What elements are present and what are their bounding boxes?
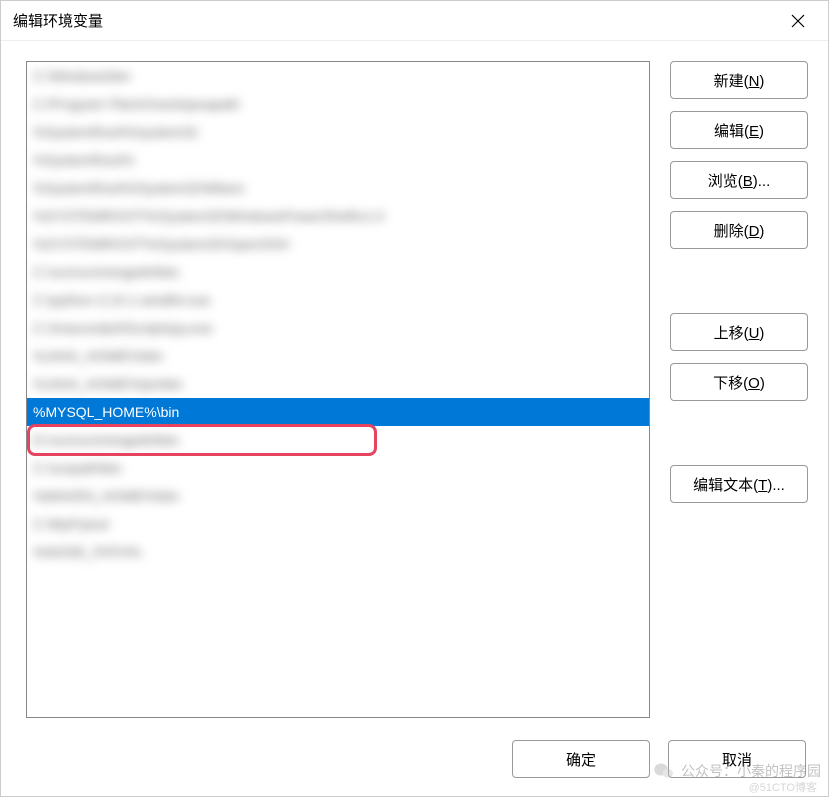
list-item-text: C:\Windows\bin [33,68,130,84]
path-listbox[interactable]: C:\Windows\bin C:\Program Files\Oracle\ja… [26,61,650,718]
new-button[interactable]: 新建(N) [670,61,808,99]
list-item[interactable]: C:\Program Files\Oracle\javapath [27,90,649,118]
list-item-text: %JAVA_HOME%\jre\bin [33,376,183,392]
titlebar: 编辑环境变量 [1,1,828,41]
button-column: 新建(N) 编辑(E) 浏览(B)... 删除(D) 上移(U) 下移(O) 编… [670,61,808,718]
list-item-text: C:\MyPytool [33,516,108,532]
dialog-content: C:\Windows\bin C:\Program Files\Oracle\ja… [1,41,828,728]
list-item-text: C:\Anaconda3\Scripts\py.exe [33,320,213,336]
list-item[interactable]: C:\Windows\bin [27,62,649,90]
list-item-text: C:\xxxpath\bin [33,460,122,476]
list-item[interactable]: %MAVEN_HOME%\bin [27,482,649,510]
list-item-text: %SystemRoot%\System32\Wbem [33,180,245,196]
list-item[interactable]: C:\Anaconda3\Scripts\py.exe [27,314,649,342]
list-item-text: %MAVEN_HOME%\bin [33,488,179,504]
dialog-footer: 确定 取消 [1,728,828,796]
list-item[interactable]: %SystemRoot% [27,146,649,174]
list-item[interactable]: C:\python-3.10.1-amd64.exe [27,286,649,314]
move-down-button-label: 下移(O) [713,372,765,393]
list-item[interactable]: C:\MyPytool [27,510,649,538]
move-up-button[interactable]: 上移(U) [670,313,808,351]
list-item[interactable]: %NODE_PATH% [27,538,649,566]
list-item[interactable]: %JAVA_HOME%\bin [27,342,649,370]
cancel-button[interactable]: 取消 [668,740,806,778]
list-item-text: %SystemRoot% [33,152,134,168]
browse-button[interactable]: 浏览(B)... [670,161,808,199]
list-item-text: %MYSQL_HOME%\bin [33,404,179,420]
list-item[interactable]: %MYSQL_HOME%\bin [27,398,649,426]
list-item-text: %JAVA_HOME%\bin [33,348,163,364]
list-item[interactable]: %JAVA_HOME%\jre\bin [27,370,649,398]
list-item-text: %SystemRoot%\system32 [33,124,198,140]
list-item[interactable]: C:\xxxpath\bin [27,454,649,482]
list-item-text: C:\python-3.10.1-amd64.exe [33,292,210,308]
list-item-text: D:\xxx\xxx\mingw64\bin [33,432,179,448]
edit-text-button[interactable]: 编辑文本(T)... [670,465,808,503]
edit-text-button-label: 编辑文本(T)... [693,474,785,495]
browse-button-label: 浏览(B)... [708,170,771,191]
delete-button[interactable]: 删除(D) [670,211,808,249]
list-item[interactable]: C:\xxx\xxx\mingw64\bin [27,258,649,286]
ok-button[interactable]: 确定 [512,740,650,778]
list-item[interactable]: %SystemRoot%\system32 [27,118,649,146]
move-down-button[interactable]: 下移(O) [670,363,808,401]
new-button-label: 新建(N) [714,70,765,91]
list-item-text: %SYSTEMROOT%\System32\OpenSSH [33,236,289,252]
edit-button[interactable]: 编辑(E) [670,111,808,149]
close-icon [791,14,805,28]
close-button[interactable] [780,6,816,36]
edit-env-dialog: 编辑环境变量 C:\Windows\bin C:\Program Files\Or… [0,0,829,797]
spacer [670,261,808,301]
dialog-title: 编辑环境变量 [13,10,103,31]
list-item-text: %SYSTEMROOT%\System32\WindowsPowerShell\… [33,208,384,224]
list-item-text: %NODE_PATH% [33,544,141,560]
list-item[interactable]: %SYSTEMROOT%\System32\WindowsPowerShell\… [27,202,649,230]
spacer [670,413,808,453]
list-item-text: C:\Program Files\Oracle\javapath [33,96,240,112]
list-item[interactable]: %SYSTEMROOT%\System32\OpenSSH [27,230,649,258]
edit-button-label: 编辑(E) [714,120,764,141]
delete-button-label: 删除(D) [714,220,765,241]
list-item[interactable]: D:\xxx\xxx\mingw64\bin [27,426,649,454]
move-up-button-label: 上移(U) [714,322,765,343]
list-item-text: C:\xxx\xxx\mingw64\bin [33,264,179,280]
list-item[interactable]: %SystemRoot%\System32\Wbem [27,174,649,202]
